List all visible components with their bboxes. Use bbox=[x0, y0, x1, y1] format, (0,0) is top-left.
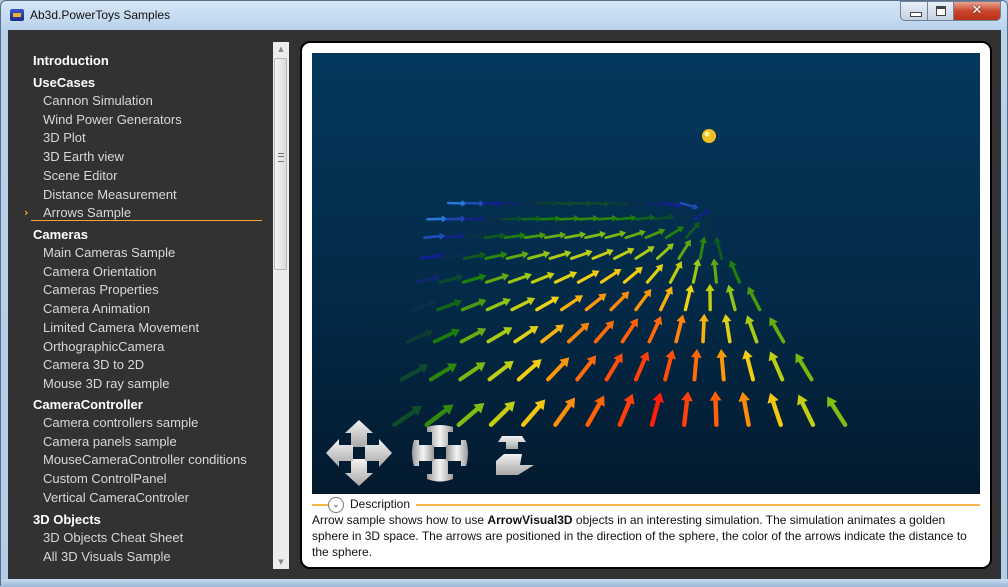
sidebar-item[interactable]: Camera Orientation bbox=[43, 264, 156, 279]
sidebar-category[interactable]: UseCases bbox=[33, 75, 95, 90]
sidebar-item[interactable]: Cameras Properties bbox=[43, 282, 159, 297]
sidebar-item[interactable]: All 3D Visuals Sample bbox=[43, 549, 171, 564]
minimize-icon bbox=[910, 12, 922, 17]
rotate-right-icon[interactable] bbox=[446, 440, 468, 466]
maximize-button[interactable] bbox=[927, 1, 954, 21]
minimize-button[interactable] bbox=[900, 1, 928, 21]
sidebar-item[interactable]: Camera controllers sample bbox=[43, 415, 198, 430]
samples-sidebar: Introduction UseCases Cannon Simulation Win… bbox=[8, 30, 290, 579]
sidebar-category[interactable]: Introduction bbox=[33, 53, 109, 68]
sidebar-item[interactable]: Limited Camera Movement bbox=[43, 320, 199, 335]
rotate-up-icon[interactable] bbox=[427, 425, 453, 447]
client-area: Introduction UseCases Cannon Simulation Win… bbox=[8, 30, 1001, 579]
app-window: Ab3d.PowerToys Samples ✕ Introduction Use… bbox=[0, 0, 1008, 586]
samples-tree: Introduction UseCases Cannon Simulation Win… bbox=[8, 30, 270, 579]
move-camera-control[interactable] bbox=[326, 420, 392, 486]
sidebar-item[interactable]: 3D Plot bbox=[43, 130, 86, 145]
sidebar-category[interactable]: CameraController bbox=[33, 397, 143, 412]
scroll-down-icon[interactable]: ▼ bbox=[273, 555, 289, 569]
sidebar-item[interactable]: MouseCameraController conditions bbox=[43, 452, 247, 467]
selected-chevron-icon: › bbox=[24, 206, 29, 219]
description-divider-left bbox=[312, 504, 328, 506]
camera-controls bbox=[312, 53, 980, 494]
sidebar-item[interactable]: Scene Editor bbox=[43, 168, 117, 183]
sidebar-item[interactable]: Distance Measurement bbox=[43, 187, 177, 202]
sidebar-item[interactable]: Camera panels sample bbox=[43, 434, 177, 449]
sidebar-item[interactable]: 3D Earth view bbox=[43, 149, 124, 164]
close-icon: ✕ bbox=[954, 3, 1000, 18]
scroll-up-icon[interactable]: ▲ bbox=[273, 42, 289, 56]
zoom-out-icon[interactable] bbox=[496, 454, 534, 475]
rotate-camera-control[interactable] bbox=[412, 425, 468, 482]
sidebar-item[interactable]: Vertical CameraControler bbox=[43, 490, 189, 505]
3d-viewport[interactable] bbox=[312, 53, 980, 494]
sample-panel: ⌄ Description Arrow sample shows how to … bbox=[300, 41, 992, 569]
sidebar-item[interactable]: Mouse 3D ray sample bbox=[43, 376, 169, 391]
sidebar-item[interactable]: 3D Objects Cheat Sheet bbox=[43, 530, 183, 545]
rotate-down-icon[interactable] bbox=[427, 459, 453, 482]
rotate-left-icon[interactable] bbox=[412, 440, 434, 466]
grip-icon bbox=[278, 153, 284, 162]
description-divider-right bbox=[416, 504, 980, 506]
sidebar-item[interactable]: Custom ControlPanel bbox=[43, 471, 167, 486]
move-left-arrow-icon[interactable] bbox=[326, 439, 353, 467]
description-text-part: Arrow sample shows how to use bbox=[312, 513, 487, 527]
selected-underline bbox=[31, 220, 262, 221]
app-icon bbox=[10, 9, 24, 21]
sidebar-category[interactable]: Cameras bbox=[33, 227, 88, 242]
sidebar-item[interactable]: OrthographicCamera bbox=[43, 339, 164, 354]
move-down-arrow-icon[interactable] bbox=[345, 459, 373, 486]
zoom-in-icon[interactable] bbox=[498, 436, 526, 449]
maximize-icon bbox=[936, 6, 946, 16]
description-text: Arrow sample shows how to use ArrowVisua… bbox=[312, 512, 980, 560]
sidebar-item[interactable]: Camera 3D to 2D bbox=[43, 357, 144, 372]
close-button[interactable]: ✕ bbox=[953, 1, 1001, 21]
scroll-thumb[interactable] bbox=[274, 58, 287, 270]
move-up-arrow-icon[interactable] bbox=[345, 420, 373, 447]
window-title: Ab3d.PowerToys Samples bbox=[30, 8, 170, 22]
sidebar-category[interactable]: 3D Objects bbox=[33, 512, 101, 527]
zoom-camera-control[interactable] bbox=[496, 436, 534, 475]
sidebar-item[interactable]: Camera Animation bbox=[43, 301, 150, 316]
title-bar[interactable]: Ab3d.PowerToys Samples ✕ bbox=[1, 1, 1007, 30]
description-label: Description bbox=[350, 497, 413, 511]
sidebar-item[interactable]: Cannon Simulation bbox=[43, 93, 153, 108]
sidebar-item[interactable]: Wind Power Generators bbox=[43, 112, 182, 127]
sidebar-item[interactable]: Main Cameras Sample bbox=[43, 245, 175, 260]
description-class-name: ArrowVisual3D bbox=[487, 513, 572, 527]
sidebar-item[interactable]: Arrows Sample bbox=[43, 205, 131, 220]
move-right-arrow-icon[interactable] bbox=[365, 439, 392, 467]
sidebar-scrollbar[interactable]: ▲ ▼ bbox=[273, 42, 289, 569]
description-expander[interactable]: ⌄ Description bbox=[312, 497, 980, 513]
chevron-down-icon[interactable]: ⌄ bbox=[328, 497, 344, 513]
